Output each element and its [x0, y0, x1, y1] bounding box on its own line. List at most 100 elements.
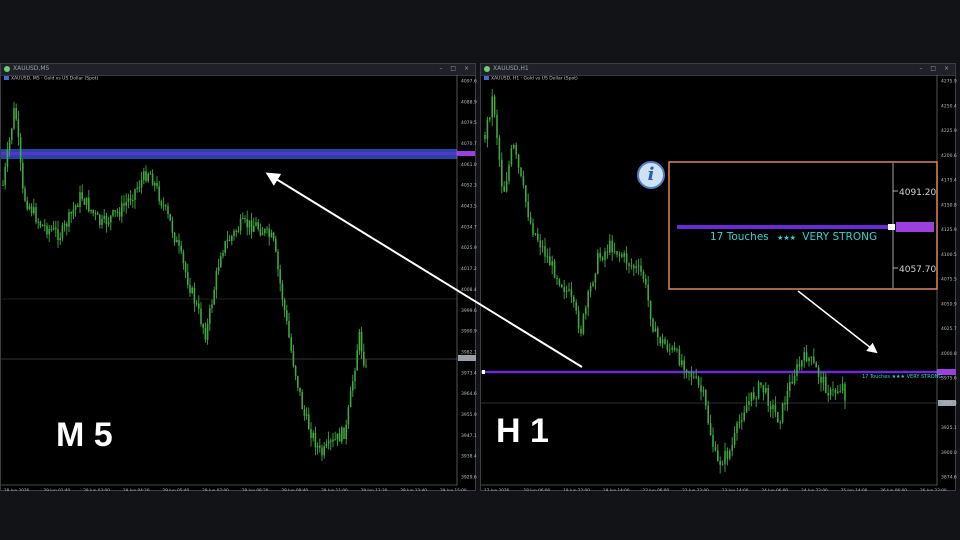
candle-body [709, 423, 712, 436]
candle-body [575, 302, 577, 311]
candle-body [659, 337, 661, 344]
candle-body [796, 364, 798, 377]
candle-body [750, 392, 753, 402]
m5-price-tick: 3947.10 [461, 433, 477, 439]
candle-body [165, 205, 167, 207]
candle-body [654, 328, 657, 332]
candle-body [303, 409, 306, 416]
m5-price-tick: 4017.20 [461, 266, 477, 272]
candle-body [757, 382, 760, 399]
candle-body [107, 222, 110, 225]
m5-time-tick: 29 Jun 09:40 [281, 488, 308, 491]
info-icon: i [637, 161, 665, 189]
candle-body [661, 339, 664, 344]
candle-body [738, 421, 741, 424]
candle-body [587, 291, 589, 308]
candle-body [279, 269, 281, 284]
h1-price-tick: 3925.10 [941, 425, 957, 431]
candle-body [779, 422, 781, 424]
candle-body [810, 356, 813, 358]
h1-time-tick: 19 Jun 14:00 [603, 488, 630, 491]
candle-body [92, 209, 94, 214]
candle-body [534, 233, 537, 235]
candle-body [817, 367, 820, 377]
candle-body [323, 446, 325, 456]
window-controls[interactable]: – □ × [439, 65, 472, 72]
candle-body [41, 225, 44, 227]
candle-body [676, 349, 678, 351]
candle-body [805, 352, 808, 362]
m5-time-tick: 29 Jun 15:00 [440, 488, 467, 491]
candle-body [187, 272, 189, 286]
candle-body [4, 166, 6, 185]
candle-body [774, 404, 777, 412]
candle-body [250, 220, 253, 232]
candle-body [209, 308, 211, 324]
h1-chart-canvas[interactable]: 17 Touches ★★★ VERY STRONG 4275.90 4250.45… [481, 75, 957, 491]
candle-body [537, 233, 539, 241]
candle-body [594, 273, 597, 283]
candle-body [834, 390, 837, 394]
candle-body [55, 227, 57, 230]
candle-body [246, 219, 248, 228]
candle-body [178, 239, 180, 246]
m5-window-title: XAUUSD,M5 [13, 65, 50, 72]
h1-timeframe-label: H 1 [496, 412, 549, 450]
candle-body [365, 365, 367, 367]
candle-body [189, 285, 191, 293]
candle-body [61, 225, 64, 239]
h1-time-tick: 22 Jun 06:00 [643, 488, 670, 491]
h1-time-tick: 18 Jun 06:00 [524, 488, 551, 491]
candle-body [520, 167, 522, 177]
candle-body [685, 370, 688, 372]
candle-body [182, 251, 185, 264]
candle-body [110, 215, 112, 223]
candle-body [827, 393, 829, 396]
candle-body [697, 377, 700, 386]
h1-price-tick: 4100.50 [941, 252, 957, 258]
candle-body [114, 210, 116, 212]
h1-price-tick: 4275.90 [941, 79, 957, 85]
candle-body [642, 271, 645, 279]
candle-body [171, 220, 174, 233]
h1-chart-window[interactable]: XAUUSD,H1 – □ × XAUUSD, H1 · Gold vs US … [480, 63, 957, 491]
candle-body [266, 228, 268, 230]
candle-body [180, 245, 182, 252]
candle-body [35, 207, 37, 223]
candle-body [563, 287, 565, 292]
m5-price-tick: 3964.65 [461, 391, 477, 397]
candle-body [354, 370, 356, 382]
candle-body [169, 214, 171, 221]
candle-body [116, 211, 119, 213]
candle-body [140, 179, 143, 188]
candle-body [158, 186, 160, 202]
candle-body [693, 376, 695, 378]
candle-body [755, 398, 757, 400]
candle-body [74, 205, 77, 210]
m5-time-tick: 29 Jun 13:40 [400, 488, 427, 491]
candle-body [649, 300, 652, 320]
candle-body [760, 382, 762, 386]
candle-body [257, 222, 259, 229]
candle-body [202, 324, 204, 328]
window-controls[interactable]: – □ × [919, 65, 952, 72]
candle-body [46, 225, 48, 235]
candle-body [784, 402, 786, 405]
candle-body [496, 114, 498, 138]
h1-price-tick: 4225.90 [941, 128, 957, 134]
candle-body [714, 446, 717, 451]
candle-body [683, 360, 685, 371]
m5-price-tick: 4043.55 [461, 204, 477, 210]
candle-body [8, 139, 11, 150]
candle-body [585, 307, 587, 315]
candle-body [59, 238, 61, 241]
h1-time-tick: 25 Jun 14:00 [841, 488, 868, 491]
candle-body [222, 252, 224, 257]
candle-body [167, 206, 169, 215]
candle-body [94, 212, 97, 214]
candle-body [844, 383, 846, 401]
candle-body [748, 401, 750, 406]
h1-zone-handle [482, 370, 485, 374]
candle-body [123, 203, 125, 206]
candle-body [589, 285, 592, 292]
